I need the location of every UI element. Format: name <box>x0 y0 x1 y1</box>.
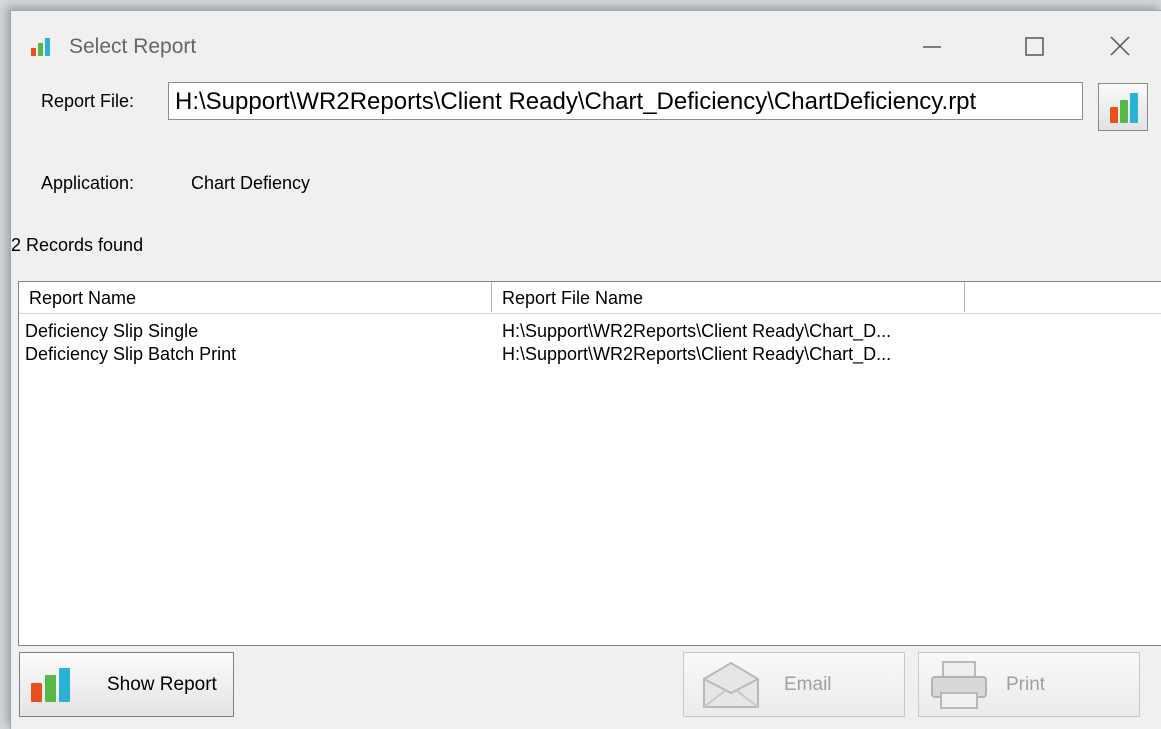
table-row[interactable]: Deficiency Slip Single H:\Support\WR2Rep… <box>19 321 1161 343</box>
report-list[interactable]: Report Name Report File Name Deficiency … <box>18 281 1161 646</box>
email-label: Email <box>784 674 832 695</box>
email-button[interactable]: Email <box>683 652 905 717</box>
list-header: Report Name Report File Name <box>19 282 1161 314</box>
column-header-report-name[interactable]: Report Name <box>19 282 492 312</box>
table-row[interactable]: Deficiency Slip Batch Print H:\Support\W… <box>19 344 1161 366</box>
close-button[interactable] <box>1087 23 1157 71</box>
report-file-cell: H:\Support\WR2Reports\Client Ready\Chart… <box>502 344 892 364</box>
close-icon <box>1110 36 1130 56</box>
show-report-button[interactable]: Show Report <box>19 652 234 717</box>
printer-icon <box>931 661 987 709</box>
records-found-status: 2 Records found <box>11 235 144 255</box>
application-label: Application: <box>41 173 135 193</box>
application-value: Chart Defiency <box>191 173 311 193</box>
envelope-icon <box>703 661 759 708</box>
report-name-cell: Deficiency Slip Single <box>25 321 199 341</box>
maximize-icon <box>1025 37 1044 56</box>
minimize-icon <box>923 46 941 48</box>
minimize-button[interactable] <box>897 23 967 71</box>
select-report-window: Select Report Report File: H:\Support\WR… <box>10 10 1161 729</box>
column-header-empty[interactable] <box>965 282 1161 312</box>
maximize-button[interactable] <box>1002 23 1072 71</box>
bar-chart-icon <box>30 37 52 57</box>
title-bar: Select Report <box>11 11 1161 77</box>
bar-chart-icon <box>1110 93 1138 123</box>
bar-chart-icon <box>31 668 70 702</box>
report-file-cell: H:\Support\WR2Reports\Client Ready\Chart… <box>502 321 892 341</box>
report-file-label: Report File: <box>41 91 135 111</box>
report-file-field[interactable]: H:\Support\WR2Reports\Client Ready\Chart… <box>168 82 1083 120</box>
report-name-cell: Deficiency Slip Batch Print <box>25 344 237 364</box>
show-report-label: Show Report <box>107 674 217 695</box>
column-header-report-file-name[interactable]: Report File Name <box>492 282 965 312</box>
print-label: Print <box>1006 674 1046 695</box>
browse-report-button[interactable] <box>1098 83 1148 131</box>
window-title: Select Report <box>69 35 197 58</box>
print-button[interactable]: Print <box>918 652 1140 717</box>
